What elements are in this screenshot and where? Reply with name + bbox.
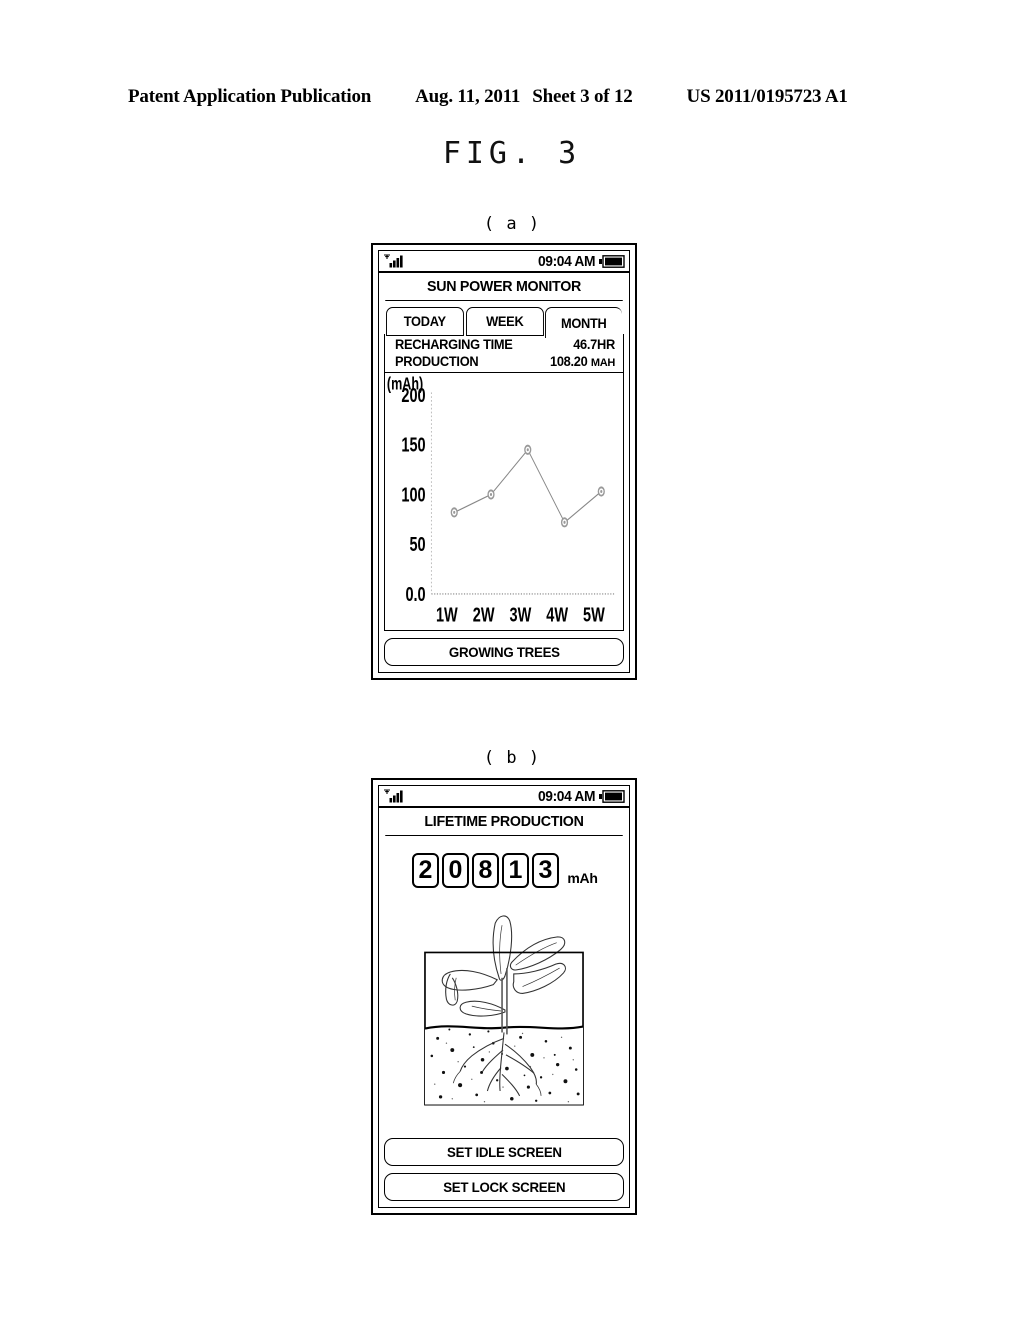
tab-week-label: WEEK [485,314,524,329]
svg-text:4W: 4W [546,603,568,626]
svg-text:2W: 2W [473,603,495,626]
counter-unit-label: mAh [567,870,598,886]
signal-bars-icon [383,254,405,268]
screen-b-body: 2 0 8 1 3 mAh SET IDLE SCREEN SET LOCK S… [379,836,629,1207]
status-bar-b: 09:04 AM [379,786,629,808]
svg-text:150: 150 [401,433,425,456]
info-panel: RECHARGING TIME 46.7HR PRODUCTION 108.20… [384,334,624,374]
production-unit: MAH [590,357,615,370]
svg-text:3W: 3W [510,603,532,626]
page-header: Patent Application Publication Aug. 11, … [128,86,896,108]
set-idle-screen-button[interactable]: SET IDLE SCREEN [384,1138,624,1166]
recharging-time-label: RECHARGING TIME [395,337,513,353]
info-row-recharging-time: RECHARGING TIME 46.7HR [385,336,623,353]
tab-month[interactable]: MONTH [545,307,622,338]
tab-week[interactable]: WEEK [465,307,544,336]
signal-bars-icon [383,789,405,803]
publication-label: Patent Application Publication [128,86,372,107]
status-clock: 09:04 AM [537,252,596,270]
chart-canvas: (mAh)0.0501001502001W 2W 3W 4W 5W [387,375,616,626]
svg-text:100: 100 [401,483,425,506]
growing-trees-label: GROWING TREES [448,644,560,660]
screen-a-body: TODAY WEEK MONTH RECHARGING TIME 46.7HR … [379,301,629,672]
battery-full-icon [599,789,625,803]
screen-b-title: LIFETIME PRODUCTION [385,808,623,836]
phone-screen-b: 09:04 AM LIFETIME PRODUCTION 2 0 8 1 3 m… [371,778,637,1215]
svg-text:50: 50 [409,533,425,556]
publication-date: Aug. 11, 2011 [415,86,521,107]
counter-digit: 0 [441,853,469,888]
patent-number: US 2011/0195723 A1 [686,86,848,107]
svg-text:0.0: 0.0 [405,582,425,605]
screen-b: 09:04 AM LIFETIME PRODUCTION 2 0 8 1 3 m… [378,785,630,1208]
sublabel-b: ( b ) [483,748,541,768]
svg-text:5W: 5W [583,603,605,626]
tab-month-label: MONTH [561,315,608,331]
counter-digit: 8 [471,853,499,888]
growing-plant-illustration [384,890,624,1132]
plant-drawing [424,915,584,1106]
status-bar-a: 09:04 AM [379,251,629,273]
lifetime-counter: 2 0 8 1 3 mAh [384,853,624,888]
screen-a: 09:04 AM SUN POWER MONITOR TODAY WEEK MO… [378,250,630,673]
production-label: PRODUCTION [395,354,479,370]
tab-today-label: TODAY [403,314,446,329]
period-tabs: TODAY WEEK MONTH [384,307,624,338]
screen-a-title: SUN POWER MONITOR [385,273,623,301]
phone-screen-a: 09:04 AM SUN POWER MONITOR TODAY WEEK MO… [371,243,637,680]
production-value: 108.20 [550,354,588,370]
sublabel-a: ( a ) [483,214,541,234]
set-idle-screen-label: SET IDLE SCREEN [446,1144,562,1160]
recharging-time-value: 46.7HR [573,337,615,353]
svg-text:1W: 1W [436,603,458,626]
sheet-number: Sheet 3 of 12 [532,86,633,107]
svg-text:200: 200 [401,384,425,407]
counter-digit: 2 [411,853,439,888]
battery-full-icon [599,254,625,268]
set-lock-screen-button[interactable]: SET LOCK SCREEN [384,1173,624,1201]
counter-digit: 1 [501,853,529,888]
status-clock: 09:04 AM [537,787,596,805]
figure-title: FIG. 3 [442,136,582,171]
set-lock-screen-label: SET LOCK SCREEN [442,1179,566,1195]
info-row-production: PRODUCTION 108.20 MAH [385,353,623,370]
tab-today[interactable]: TODAY [386,307,464,336]
production-chart: (mAh) 0.0 50 100 150 200 1W 2W 3W 4W 5W [384,373,624,631]
counter-digit: 3 [531,853,559,888]
growing-trees-button[interactable]: GROWING TREES [384,638,624,666]
